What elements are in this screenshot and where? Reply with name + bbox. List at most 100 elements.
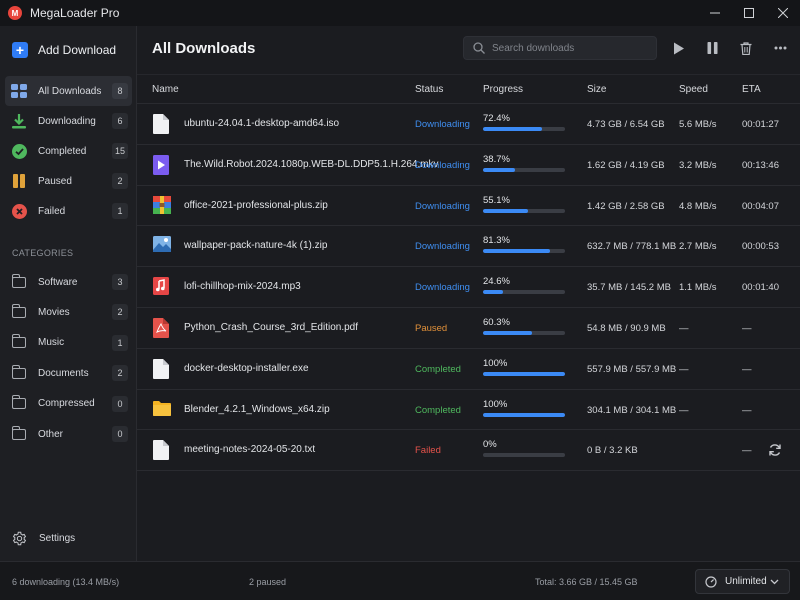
progress-bar	[483, 330, 565, 335]
file-size: 1.62 GB / 4.19 GB	[587, 159, 665, 171]
more-options-button[interactable]	[772, 40, 788, 56]
sidebar-item-failed[interactable]: Failed 1	[5, 196, 132, 226]
retry-button[interactable]	[768, 443, 782, 457]
status-bar: 6 downloading (13.4 MB/s) 2 paused Total…	[0, 561, 800, 600]
eta-value: —	[742, 445, 752, 457]
folder-icon	[11, 425, 26, 440]
count-badge: 8	[112, 83, 128, 99]
sidebar-item-all-downloads[interactable]: All Downloads 8	[5, 76, 132, 106]
status-label: Completed	[415, 404, 461, 416]
sidebar-item-label: Other	[38, 428, 64, 440]
search-input[interactable]	[492, 42, 652, 54]
count-badge: 3	[112, 274, 128, 290]
download-speed: —	[679, 404, 689, 416]
table-row[interactable]: Blender_4.2.1_Windows_x64.zip Completed 10…	[137, 390, 800, 431]
eta-value: —	[742, 363, 752, 375]
sidebar-item-other[interactable]: Other 0	[5, 419, 132, 449]
file-size: 557.9 MB / 557.9 MB	[587, 363, 677, 375]
sidebar-item-label: Music	[38, 337, 65, 349]
file-size: 1.42 GB / 2.58 GB	[587, 200, 665, 212]
folder-icon	[11, 364, 26, 379]
file-icon	[153, 358, 171, 379]
sidebar-item-label: Movies	[38, 307, 70, 319]
table-row[interactable]: docker-desktop-installer.exe Completed 100…	[137, 349, 800, 390]
progress-bar	[483, 249, 565, 254]
speedometer-icon	[705, 575, 717, 588]
column-header-progress[interactable]: Progress	[483, 84, 523, 95]
count-badge: 2	[112, 365, 128, 382]
file-icon	[153, 440, 171, 461]
table-row[interactable]: The.Wild.Robot.2024.1080p.WEB-DL.DDP5.1.…	[137, 145, 800, 186]
video-icon	[153, 154, 171, 175]
column-header-speed[interactable]: Speed	[679, 84, 708, 95]
downloads-table: ubuntu-24.04.1-desktop-amd64.iso Download…	[137, 104, 800, 472]
status-label: Downloading	[415, 241, 470, 253]
sidebar-item-documents[interactable]: Documents 2	[5, 358, 132, 388]
pause-all-button[interactable]	[704, 40, 720, 56]
count-badge: 0	[112, 395, 128, 412]
eta-value: 00:13:46	[742, 159, 779, 171]
table-row[interactable]: meeting-notes-2024-05-20.txt Failed 0% 0 B …	[137, 430, 800, 472]
resume-all-button[interactable]	[671, 40, 687, 56]
gear-icon	[12, 531, 27, 546]
settings-label: Settings	[39, 533, 76, 544]
chevron-down-icon	[770, 579, 779, 585]
table-row[interactable]: office-2021-professional-plus.zip Downloa…	[137, 186, 800, 227]
sidebar-item-label: All Downloads	[38, 85, 102, 97]
sidebar-item-completed[interactable]: Completed 15	[5, 136, 132, 166]
archive-icon	[153, 195, 171, 216]
app-logo: M	[8, 6, 22, 20]
sidebar-item-label: Documents	[38, 367, 89, 379]
count-badge: 1	[112, 334, 128, 351]
download-speed: —	[679, 363, 689, 375]
sidebar-item-paused[interactable]: Paused 2	[5, 166, 132, 196]
download-speed: 4.8 MB/s	[679, 200, 717, 212]
status-label: Downloading	[415, 200, 470, 212]
table-row[interactable]: wallpaper-pack-nature-4k (1).zip Download…	[137, 226, 800, 268]
table-row[interactable]: lofi-chillhop-mix-2024.mp3 Downloading 24.…	[137, 267, 800, 308]
progress-bar-fill	[483, 167, 515, 172]
table-row[interactable]: ubuntu-24.04.1-desktop-amd64.iso Download…	[137, 104, 800, 145]
file-name: Python_Crash_Course_3rd_Edition.pdf	[184, 321, 358, 333]
check-circle-icon	[11, 143, 27, 159]
maximize-icon	[744, 8, 754, 18]
music-icon	[153, 277, 171, 297]
column-header-status[interactable]: Status	[415, 84, 443, 95]
sidebar-item-music[interactable]: Music 1	[5, 328, 132, 358]
progress-bar	[483, 371, 565, 376]
count-badge: 2	[112, 173, 128, 189]
eta-value: 00:01:27	[742, 119, 779, 130]
add-download-button[interactable]: + Add Download	[12, 40, 127, 60]
sidebar-item-movies[interactable]: Movies 2	[5, 297, 132, 327]
progress-bar-fill	[483, 330, 533, 335]
minimize-button[interactable]	[698, 0, 732, 26]
speed-limit-dropdown[interactable]: Unlimited	[695, 569, 790, 594]
column-header-size[interactable]: Size	[587, 84, 606, 95]
eta-value: —	[742, 322, 752, 334]
delete-button[interactable]	[738, 40, 754, 56]
column-header-name[interactable]: Name	[152, 84, 179, 95]
close-button[interactable]	[766, 0, 800, 26]
sidebar-item-compressed[interactable]: Compressed 0	[5, 389, 132, 419]
progress-bar	[483, 208, 565, 213]
maximize-button[interactable]	[732, 0, 766, 26]
progress-percent: 81.3%	[483, 235, 510, 247]
file-name: ubuntu-24.04.1-desktop-amd64.iso	[184, 118, 340, 129]
sidebar-item-label: Paused	[38, 175, 72, 187]
settings-button[interactable]: Settings	[12, 531, 75, 546]
download-speed: 2.7 MB/s	[679, 241, 717, 253]
sidebar-item-label: Completed	[38, 145, 87, 157]
progress-bar-fill	[483, 127, 543, 131]
category-nav: Software 3 Movies 2 Music 1 Documents 2 …	[5, 267, 132, 449]
table-row[interactable]: Python_Crash_Course_3rd_Edition.pdf Pause…	[137, 308, 800, 349]
sidebar-item-downloading[interactable]: Downloading 6	[5, 106, 132, 136]
progress-bar	[483, 453, 565, 458]
page-title: All Downloads	[152, 40, 256, 57]
column-header-eta[interactable]: ETA	[742, 84, 761, 95]
eta-value: —	[742, 404, 752, 416]
file-name: wallpaper-pack-nature-4k (1).zip	[184, 240, 328, 252]
sidebar-item-software[interactable]: Software 3	[5, 267, 132, 297]
retry-icon	[769, 444, 781, 457]
grid-icon	[11, 83, 27, 99]
eta-value: 00:01:40	[742, 282, 779, 294]
